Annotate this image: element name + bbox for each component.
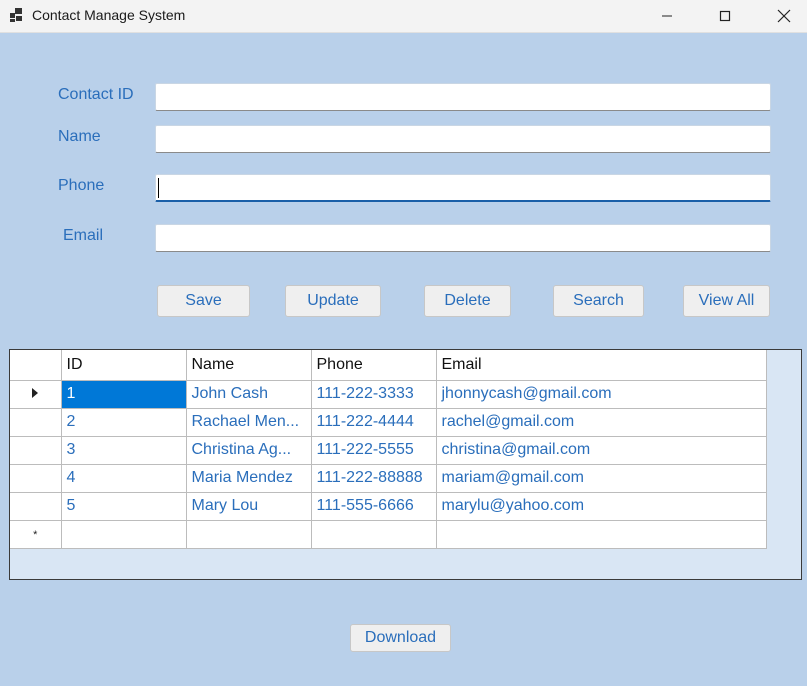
cell-name[interactable]: Christina Ag...	[185, 435, 312, 465]
cell-id[interactable]: 4	[60, 463, 187, 493]
new-row-marker-icon: *	[33, 529, 38, 541]
save-button[interactable]: Save	[157, 285, 250, 317]
table-row[interactable]: 4 Maria Mendez 111-222-88888 mariam@gmai…	[10, 463, 767, 493]
cell-phone[interactable]: 111-222-3333	[310, 379, 437, 409]
new-row[interactable]: *	[10, 519, 767, 549]
minimize-icon	[662, 15, 672, 17]
name-input[interactable]	[155, 125, 771, 153]
cell-email[interactable]: christina@gmail.com	[435, 435, 767, 465]
cell-name[interactable]: Rachael Men...	[185, 407, 312, 437]
delete-button[interactable]: Delete	[424, 285, 511, 317]
row-header[interactable]	[10, 491, 62, 521]
phone-input[interactable]	[155, 174, 771, 202]
cell-email[interactable]: marylu@yahoo.com	[435, 491, 767, 521]
cell-name[interactable]: John Cash	[185, 379, 312, 409]
table-row[interactable]: 5 Mary Lou 111-555-6666 marylu@yahoo.com	[10, 491, 767, 521]
app-icon	[10, 8, 22, 22]
contacts-grid[interactable]: ID Name Phone Email 1 John Cash 111-222-…	[9, 349, 802, 580]
cell-email[interactable]	[435, 519, 767, 549]
cell-phone[interactable]: 111-222-88888	[310, 463, 437, 493]
current-row-arrow-icon	[32, 388, 39, 398]
row-header-new[interactable]: *	[10, 519, 62, 549]
row-header-corner	[10, 350, 62, 381]
cell-phone[interactable]: 111-222-5555	[310, 435, 437, 465]
close-button[interactable]	[761, 0, 807, 32]
row-header[interactable]	[10, 435, 62, 465]
table-row[interactable]: 2 Rachael Men... 111-222-4444 rachel@gma…	[10, 407, 767, 437]
download-button[interactable]: Download	[350, 624, 451, 652]
cell-name[interactable]: Mary Lou	[185, 491, 312, 521]
cell-phone[interactable]: 111-222-4444	[310, 407, 437, 437]
cell-email[interactable]: mariam@gmail.com	[435, 463, 767, 493]
contacts-table: ID Name Phone Email 1 John Cash 111-222-…	[10, 350, 767, 549]
contact-id-label: Contact ID	[58, 86, 134, 103]
cell-email[interactable]: jhonnycash@gmail.com	[435, 379, 767, 409]
cell-phone[interactable]	[310, 519, 437, 549]
maximize-icon	[719, 10, 731, 22]
row-header[interactable]	[10, 407, 62, 437]
cell-phone[interactable]: 111-555-6666	[310, 491, 437, 521]
cell-id[interactable]: 1	[60, 379, 187, 409]
column-header-name[interactable]: Name	[185, 350, 312, 381]
grid-header-row: ID Name Phone Email	[10, 350, 767, 381]
view-all-button[interactable]: View All	[683, 285, 770, 317]
window-title: Contact Manage System	[32, 7, 186, 23]
cell-id[interactable]: 5	[60, 491, 187, 521]
minimize-button[interactable]	[644, 0, 690, 32]
update-button[interactable]: Update	[285, 285, 381, 317]
contact-id-input[interactable]	[155, 83, 771, 111]
row-header-current[interactable]	[10, 379, 62, 409]
table-row[interactable]: 1 John Cash 111-222-3333 jhonnycash@gmai…	[10, 379, 767, 409]
close-icon	[777, 9, 791, 23]
title-bar: Contact Manage System	[0, 0, 807, 33]
cell-id[interactable]: 2	[60, 407, 187, 437]
cell-name[interactable]: Maria Mendez	[185, 463, 312, 493]
email-input[interactable]	[155, 224, 771, 252]
search-button[interactable]: Search	[553, 285, 644, 317]
column-header-id[interactable]: ID	[60, 350, 187, 381]
email-label: Email	[63, 227, 104, 244]
text-caret	[158, 178, 159, 198]
maximize-button[interactable]	[702, 0, 748, 32]
table-row[interactable]: 3 Christina Ag... 111-222-5555 christina…	[10, 435, 767, 465]
cell-id[interactable]	[60, 519, 187, 549]
cell-id[interactable]: 3	[60, 435, 187, 465]
phone-label: Phone	[58, 177, 105, 194]
column-header-phone[interactable]: Phone	[310, 350, 437, 381]
cell-email[interactable]: rachel@gmail.com	[435, 407, 767, 437]
row-header[interactable]	[10, 463, 62, 493]
name-label: Name	[58, 128, 101, 145]
column-header-email[interactable]: Email	[435, 350, 767, 381]
cell-name[interactable]	[185, 519, 312, 549]
